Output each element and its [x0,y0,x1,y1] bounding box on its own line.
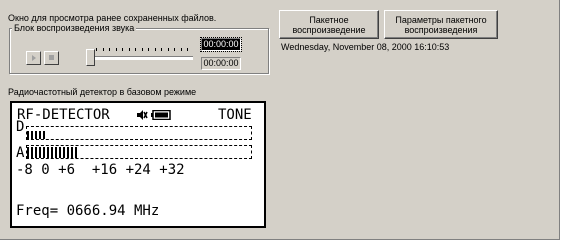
level-bar [75,147,77,158]
slider-tick [167,48,169,51]
stop-icon [49,55,54,60]
slider-tick [96,48,97,51]
slider-tick [102,48,104,51]
time-current-field[interactable]: 00:00:00 [200,37,242,52]
slider-tick [180,48,182,51]
lcd-screen: RF-DETECTOR TONE D A -8 0 +6 +16 +24 +32… [12,103,264,226]
level-bar [55,147,57,158]
level-bar [43,131,45,139]
lcd-title: RF-DETECTOR [17,107,110,123]
slider-tick [109,48,110,51]
level-bar [59,147,61,158]
level-bar [39,147,41,158]
slider-tick [148,48,149,51]
slider-tick [161,48,162,51]
lcd-scale: -8 0 +6 +16 +24 +32 [16,162,185,178]
slider-tick [135,48,136,51]
d-level-frame [26,126,252,140]
play-button[interactable] [26,51,41,65]
rf-detector-display: RF-DETECTOR TONE D A -8 0 +6 +16 +24 +32… [10,101,266,228]
playback-group-legend: Блок воспроизведения звука [12,23,137,34]
lcd-row-d-label: D [16,119,25,135]
level-bar [35,131,37,139]
level-bar [35,147,37,158]
level-bar [67,147,69,158]
lcd-frequency: Freq= 0666.94 MHz [16,203,160,219]
stop-button[interactable] [44,51,59,65]
slider-tick [154,48,156,51]
slider-tick [128,48,130,51]
level-bar [71,147,73,158]
lcd-row-a-label: A [16,145,25,161]
level-bar [39,131,41,139]
playback-slider-track[interactable] [92,56,193,60]
level-bar [47,147,49,158]
speaker-off-icon [137,110,148,120]
viewer-panel: Окно для просмотра ранее сохраненных фай… [0,0,560,240]
batch-params-button[interactable]: Параметры пакетного воспроизведения [384,10,498,39]
slider-tick [122,48,123,51]
time-total-field[interactable]: 00:00:00 [201,57,241,70]
slider-tick [141,48,143,51]
level-bar [43,147,45,158]
level-bar [63,147,65,158]
level-bar [31,131,33,139]
slider-tick [115,48,117,51]
level-bar [27,131,29,139]
playback-slider-thumb[interactable] [86,49,95,66]
level-bar [27,147,29,158]
play-icon [32,55,36,61]
batch-play-button[interactable]: Пакетное воспроизведение [279,10,379,39]
level-bar [31,147,33,158]
level-bar [51,147,53,158]
datetime-readout: Wednesday, November 08, 2000 16:10:53 [281,42,450,52]
slider-tick [174,48,175,51]
battery-icon [151,110,171,120]
slider-tick [187,48,188,51]
detector-label: Радиочастотный детектор в базовом режиме [8,87,197,97]
lcd-tone-label: TONE [218,107,252,123]
